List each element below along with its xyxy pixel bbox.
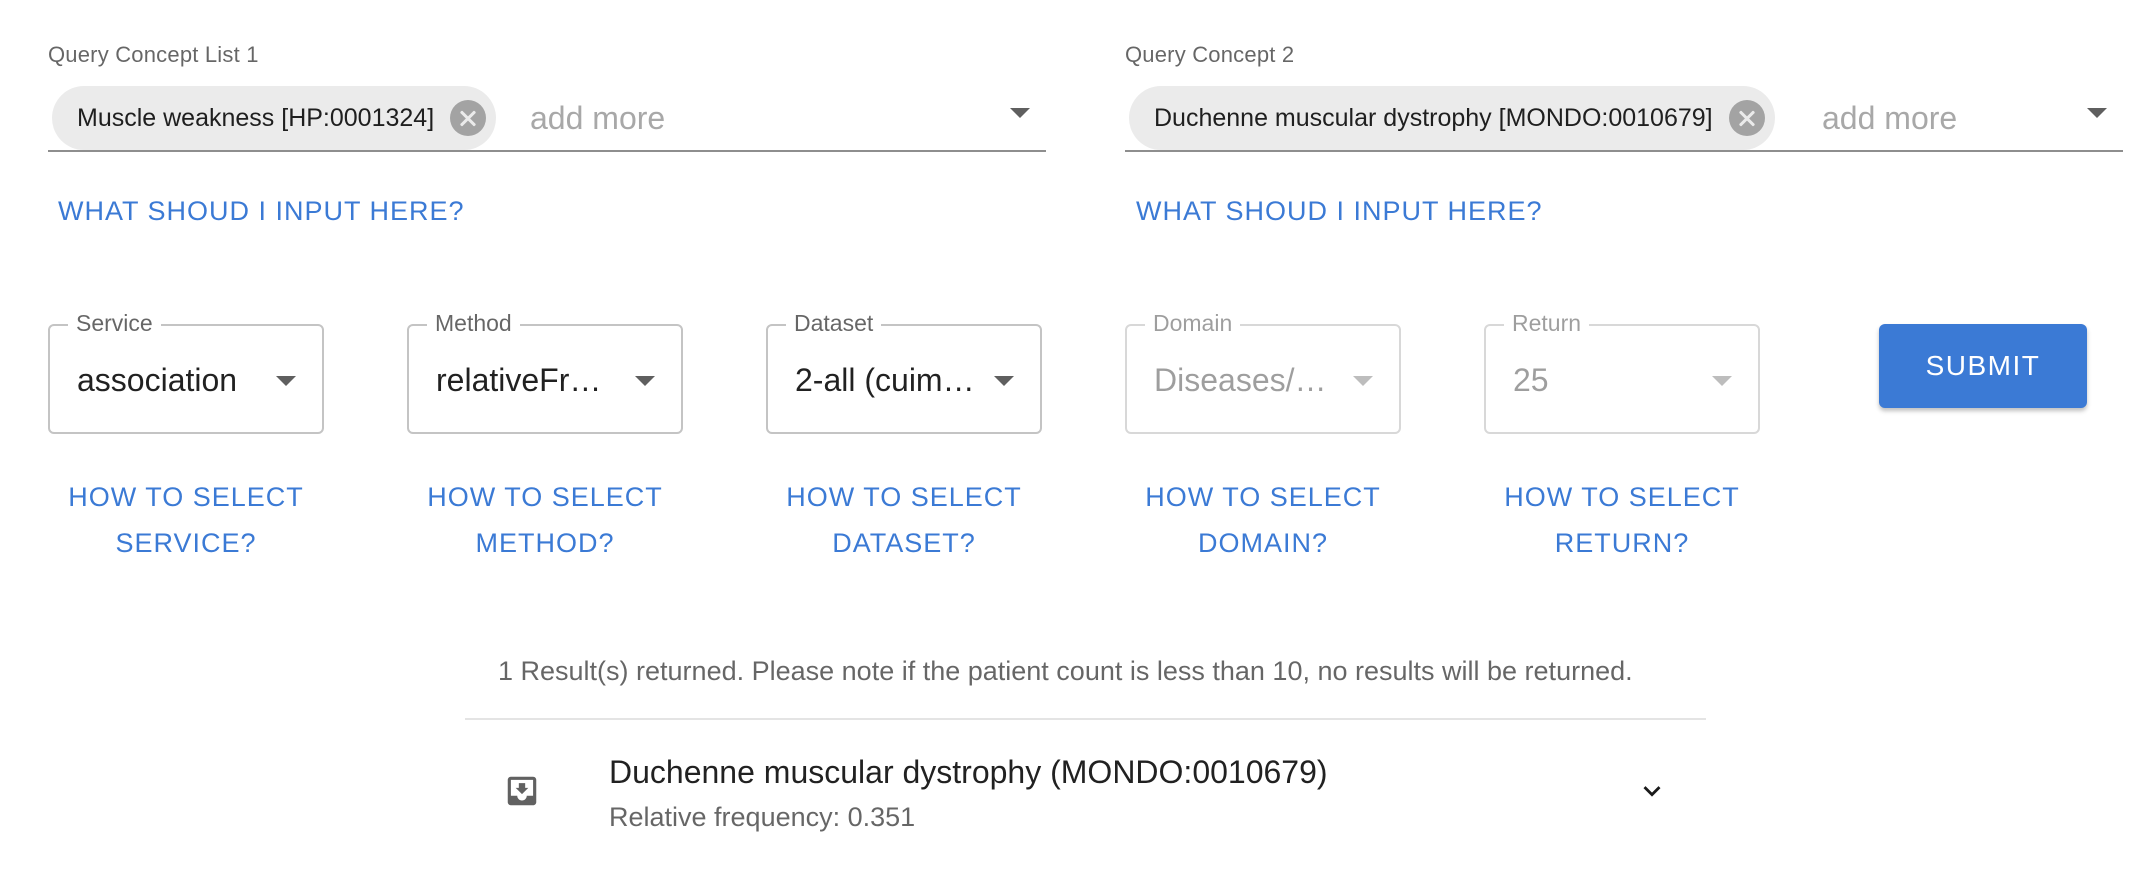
query-concept-2-chip[interactable]: Duchenne muscular dystrophy [MONDO:00106… [1129, 86, 1775, 150]
link-line: DATASET? [832, 528, 976, 558]
how-to-select-domain-link[interactable]: HOW TO SELECT DOMAIN? [1125, 474, 1401, 566]
query-concept-2-field: Query Concept 2 Duchenne muscular dystro… [1125, 42, 2123, 152]
link-line: HOW TO SELECT [68, 482, 304, 512]
how-to-select-return-link[interactable]: HOW TO SELECT RETURN? [1484, 474, 1760, 566]
link-line: SERVICE? [115, 528, 257, 558]
query-concept-1-help-link[interactable]: WHAT SHOUD I INPUT HERE? [58, 196, 465, 227]
chip-delete-icon[interactable] [1728, 100, 1765, 136]
link-line: HOW TO SELECT [1504, 482, 1740, 512]
return-select-label: Return [1504, 310, 1590, 337]
return-select[interactable]: Return 25 [1484, 310, 1760, 434]
link-line: HOW TO SELECT [786, 482, 1022, 512]
dropdown-arrow-icon[interactable] [1010, 108, 1030, 118]
query-concept-1-chip[interactable]: Muscle weakness [HP:0001324] [52, 86, 497, 150]
dropdown-arrow-icon[interactable] [635, 376, 655, 386]
dataset-select-label: Dataset [786, 310, 882, 337]
dropdown-arrow-icon[interactable] [276, 376, 296, 386]
domain-select-label: Domain [1145, 310, 1241, 337]
return-select-value: 25 [1513, 362, 1549, 398]
query-concept-1-input[interactable] [530, 100, 830, 137]
method-select-value: relativeFre… [436, 362, 618, 398]
query-concept-2-input-row[interactable]: Duchenne muscular dystrophy [MONDO:00106… [1125, 78, 2123, 152]
service-select-label: Service [68, 310, 161, 337]
query-concept-2-label: Query Concept 2 [1125, 42, 1295, 67]
query-concept-2-input[interactable] [1822, 100, 2122, 137]
dataset-select[interactable]: Dataset 2-all (cuim… [766, 310, 1042, 434]
how-to-select-dataset-link[interactable]: HOW TO SELECT DATASET? [766, 474, 1042, 566]
link-line: HOW TO SELECT [1145, 482, 1381, 512]
query-concept-1-field: Query Concept List 1 Muscle weakness [HP… [48, 42, 1046, 152]
method-select[interactable]: Method relativeFre… [407, 310, 683, 434]
dropdown-arrow-icon[interactable] [994, 376, 1014, 386]
query-concept-1-label: Query Concept List 1 [48, 42, 259, 67]
chip-delete-icon[interactable] [450, 100, 487, 136]
chip-label: Muscle weakness [HP:0001324] [77, 103, 435, 132]
domain-select[interactable]: Domain Diseases/… [1125, 310, 1401, 434]
link-line: DOMAIN? [1197, 528, 1329, 558]
service-select-value: association [77, 362, 238, 398]
result-title: Duchenne muscular dystrophy (MONDO:00106… [609, 754, 1328, 790]
query-concept-2-help-link[interactable]: WHAT SHOUD I INPUT HERE? [1136, 196, 1543, 227]
how-to-select-method-link[interactable]: HOW TO SELECT METHOD? [407, 474, 683, 566]
link-line: METHOD? [475, 528, 615, 558]
result-subtitle: Relative frequency: 0.351 [609, 802, 916, 832]
service-select[interactable]: Service association [48, 310, 324, 434]
how-to-select-service-link[interactable]: HOW TO SELECT SERVICE? [48, 474, 324, 566]
expand-more-icon[interactable] [1635, 774, 1669, 808]
submit-button[interactable]: SUBMIT [1879, 324, 2087, 408]
dropdown-arrow-icon[interactable] [2087, 108, 2107, 118]
domain-select-value: Diseases/… [1154, 362, 1327, 398]
dataset-select-value: 2-all (cuim… [795, 362, 975, 398]
link-line: HOW TO SELECT [427, 482, 663, 512]
chip-label: Duchenne muscular dystrophy [MONDO:00106… [1154, 103, 1713, 132]
query-concept-1-input-row[interactable]: Muscle weakness [HP:0001324] [48, 78, 1046, 152]
method-select-label: Method [427, 310, 520, 337]
results-count-note: 1 Result(s) returned. Please note if the… [498, 656, 1633, 686]
dropdown-arrow-icon [1353, 376, 1373, 386]
move-to-inbox-icon [507, 776, 537, 806]
result-list-item[interactable]: Duchenne muscular dystrophy (MONDO:00106… [465, 720, 1706, 876]
dropdown-arrow-icon [1712, 376, 1732, 386]
link-line: RETURN? [1554, 528, 1690, 558]
